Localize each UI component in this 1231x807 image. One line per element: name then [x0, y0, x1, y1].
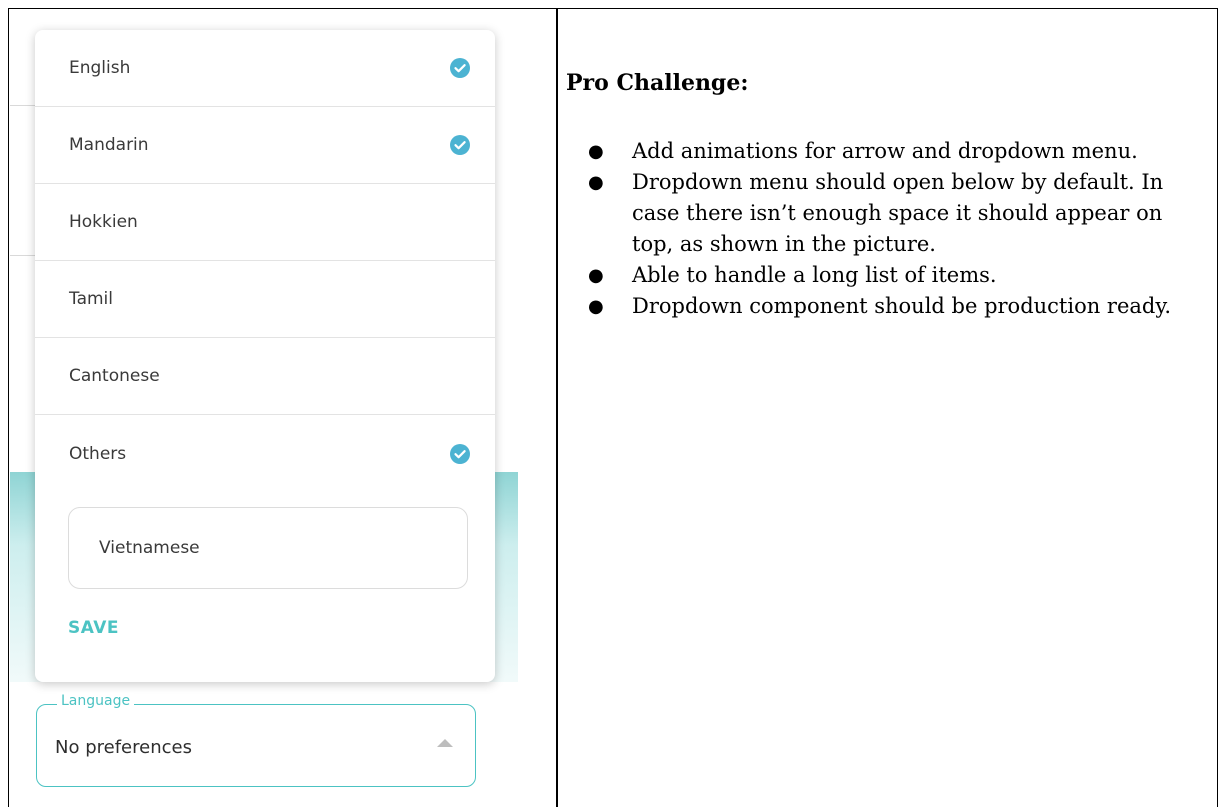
list-item: ● Able to handle a long list of items.	[566, 260, 1206, 291]
other-language-input[interactable]	[68, 507, 468, 589]
pro-challenge-list: ● Add animations for arrow and dropdown …	[566, 136, 1206, 322]
list-item-text: Dropdown component should be production …	[632, 294, 1172, 318]
language-selected-value: No preferences	[55, 737, 192, 758]
list-item: ● Add animations for arrow and dropdown …	[566, 136, 1206, 167]
check-circle-icon	[450, 58, 470, 78]
option-label: English	[69, 58, 131, 78]
language-field-label: Language	[57, 693, 135, 709]
pro-challenge-title: Pro Challenge:	[566, 70, 749, 96]
language-select[interactable]: Language No preferences	[36, 693, 476, 787]
pro-challenge-cell: Pro Challenge: ● Add animations for arro…	[566, 70, 1206, 322]
table-column-divider	[556, 9, 558, 807]
bullet-icon: ●	[588, 265, 604, 286]
option-label: Tamil	[69, 289, 113, 309]
list-item-text: Dropdown menu should open below by defau…	[632, 170, 1164, 256]
save-button[interactable]: SAVE	[68, 618, 119, 638]
dropdown-option-mandarin[interactable]: Mandarin	[35, 107, 495, 184]
option-label: Others	[69, 443, 127, 464]
list-item: ● Dropdown component should be productio…	[566, 291, 1206, 322]
list-item: ● Dropdown menu should open below by def…	[566, 167, 1206, 260]
dropdown-option-cantonese[interactable]: Cantonese	[35, 338, 495, 415]
option-label: Cantonese	[69, 366, 160, 386]
bullet-icon: ●	[588, 172, 604, 193]
dropdown-option-hokkien[interactable]: Hokkien	[35, 184, 495, 261]
option-label: Mandarin	[69, 135, 149, 155]
bullet-icon: ●	[588, 141, 604, 162]
list-item-text: Add animations for arrow and dropdown me…	[632, 139, 1138, 163]
list-item-text: Able to handle a long list of items.	[632, 263, 997, 287]
screenshot-cell: English Mandarin Hokkien Tamil Cantonese…	[10, 10, 555, 807]
dropdown-option-tamil[interactable]: Tamil	[35, 261, 495, 338]
dropdown-option-others[interactable]: Others	[35, 415, 495, 492]
check-circle-icon	[450, 135, 470, 155]
bullet-icon: ●	[588, 296, 604, 317]
check-circle-icon	[450, 443, 470, 464]
dropdown-option-english[interactable]: English	[35, 30, 495, 107]
option-label: Hokkien	[69, 212, 138, 232]
arrow-up-icon[interactable]	[437, 739, 453, 747]
language-dropdown-menu: English Mandarin Hokkien Tamil Cantonese…	[35, 30, 495, 682]
